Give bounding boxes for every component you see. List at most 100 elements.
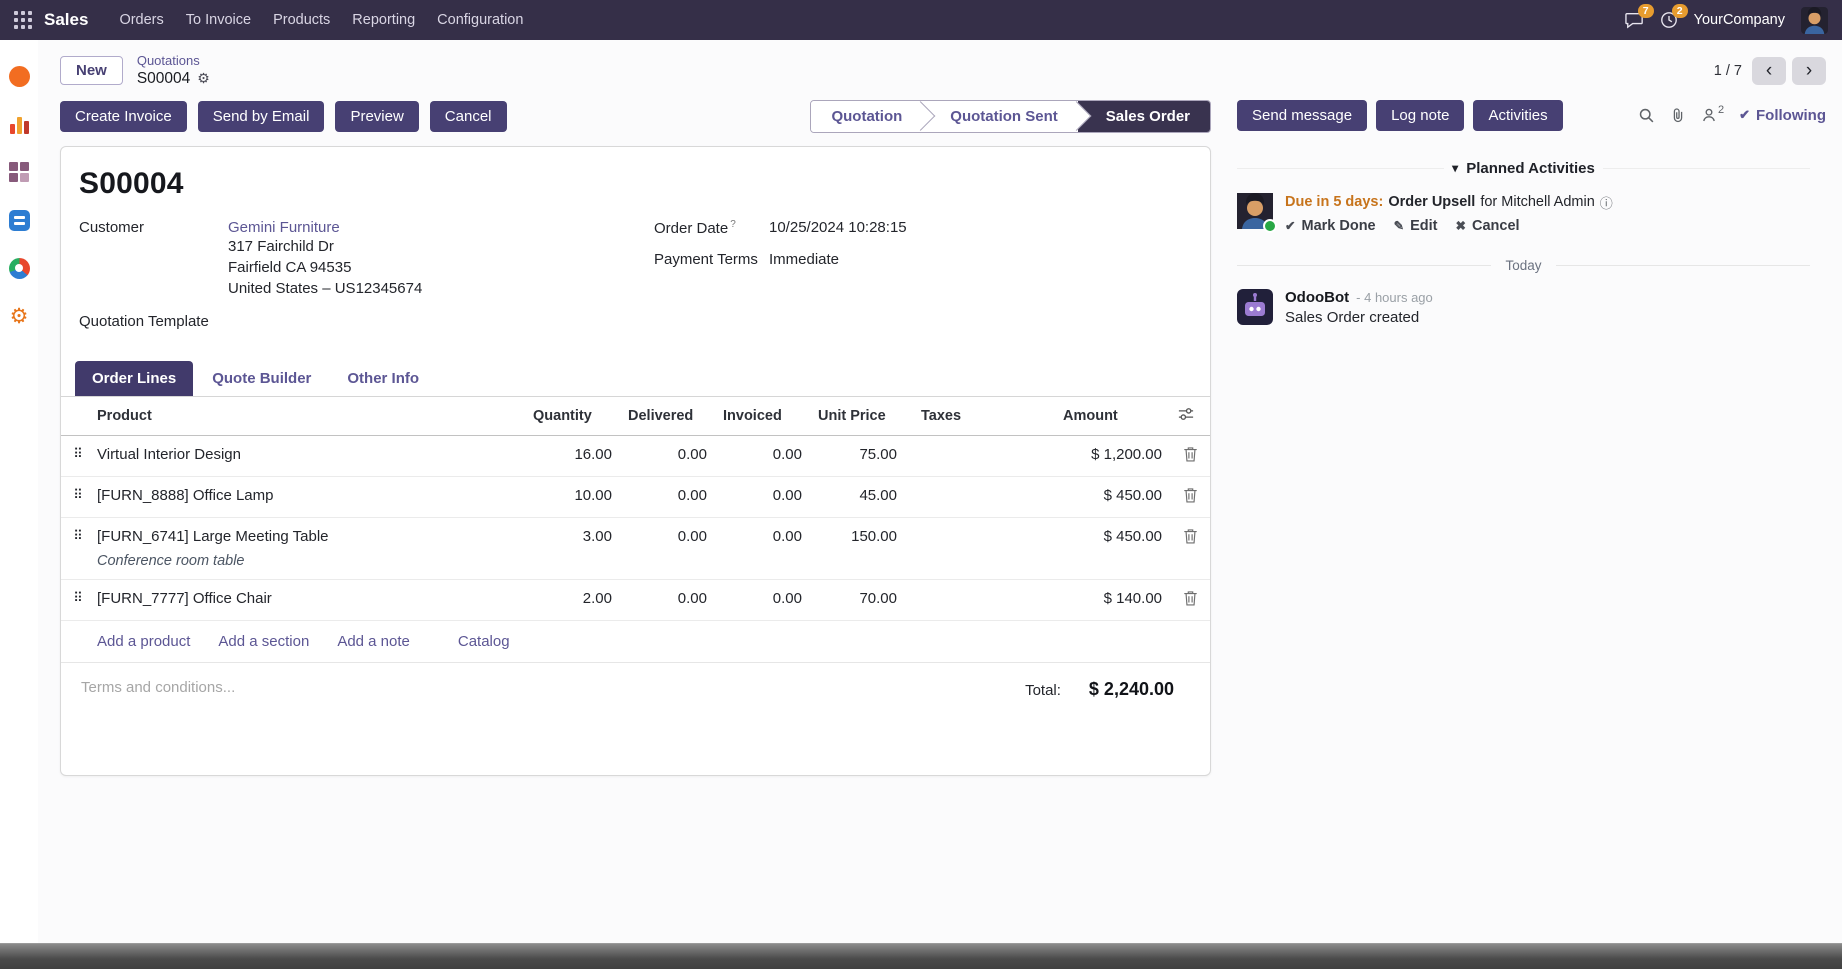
customer-address-line2: Fairfield CA 94535 (228, 257, 422, 278)
following-toggle[interactable]: ✔ Following (1739, 107, 1826, 124)
tab-quote-builder[interactable]: Quote Builder (195, 361, 328, 396)
unit-price-cell[interactable]: 75.00 (810, 435, 905, 476)
menu-orders[interactable]: Orders (108, 0, 174, 40)
company-switcher[interactable]: YourCompany (1694, 12, 1785, 28)
menu-reporting[interactable]: Reporting (341, 0, 426, 40)
drag-handle-icon[interactable]: ⠿ (61, 476, 95, 517)
column-delivered[interactable]: Delivered (620, 397, 715, 436)
info-icon[interactable]: ⓘ (1600, 193, 1613, 212)
messages-icon[interactable]: 7 (1625, 11, 1644, 29)
column-product[interactable]: Product (95, 397, 525, 436)
delete-row-icon[interactable] (1170, 435, 1210, 476)
column-taxes[interactable]: Taxes (905, 397, 1055, 436)
message-author[interactable]: OdooBot (1285, 289, 1349, 306)
product-cell[interactable]: [FURN_8888] Office Lamp (95, 476, 525, 517)
drag-handle-icon[interactable]: ⠿ (61, 517, 95, 579)
column-unit-price[interactable]: Unit Price (810, 397, 905, 436)
payment-terms-field[interactable]: Immediate (769, 251, 839, 268)
create-invoice-button[interactable]: Create Invoice (60, 101, 187, 132)
pager-prev-button[interactable]: ‹ (1752, 57, 1786, 85)
tab-order-lines[interactable]: Order Lines (75, 361, 193, 396)
attachments-paperclip-icon[interactable] (1670, 107, 1686, 124)
add-a-product-link[interactable]: Add a product (97, 633, 190, 650)
product-cell[interactable]: [FURN_6741] Large Meeting Table Conferen… (95, 517, 525, 579)
drag-handle-icon[interactable]: ⠿ (61, 579, 95, 620)
search-messages-icon[interactable] (1638, 107, 1655, 124)
mark-done-button[interactable]: ✔Mark Done (1285, 218, 1376, 234)
add-a-note-link[interactable]: Add a note (337, 633, 410, 650)
top-navbar: Sales Orders To Invoice Products Reporti… (0, 0, 1842, 40)
unit-price-cell[interactable]: 45.00 (810, 476, 905, 517)
order-date-label: Order Date? (654, 219, 769, 237)
column-quantity[interactable]: Quantity (525, 397, 620, 436)
followers-icon[interactable]: 2 (1701, 107, 1724, 123)
blue-square-app-icon[interactable] (7, 208, 31, 232)
odoobot-avatar (1237, 289, 1273, 325)
cancel-button[interactable]: Cancel (430, 101, 507, 132)
add-a-section-link[interactable]: Add a section (218, 633, 309, 650)
actions-gear-icon[interactable]: ⚙ (197, 70, 210, 88)
menu-configuration[interactable]: Configuration (426, 0, 534, 40)
unit-price-cell[interactable]: 150.00 (810, 517, 905, 579)
new-button[interactable]: New (60, 56, 123, 85)
settings-gear-icon[interactable]: ⚙ (7, 304, 31, 328)
taxes-cell[interactable] (905, 579, 1055, 620)
breadcrumb: Quotations S00004 ⚙ (137, 53, 210, 89)
product-cell[interactable]: Virtual Interior Design (95, 435, 525, 476)
status-quotation-sent[interactable]: Quotation Sent (922, 101, 1078, 132)
activities-button[interactable]: Activities (1473, 100, 1562, 131)
customer-link[interactable]: Gemini Furniture (228, 219, 340, 236)
app-name[interactable]: Sales (44, 10, 88, 30)
activities-clock-icon[interactable]: 2 (1660, 11, 1678, 29)
pie-chart-app-icon[interactable] (7, 256, 31, 280)
log-note-button[interactable]: Log note (1376, 100, 1464, 131)
quantity-cell[interactable]: 2.00 (525, 579, 620, 620)
taxes-cell[interactable] (905, 517, 1055, 579)
edit-activity-button[interactable]: ✎Edit (1394, 218, 1438, 234)
quantity-cell[interactable]: 16.00 (525, 435, 620, 476)
quantity-cell[interactable]: 10.00 (525, 476, 620, 517)
circle-app-icon[interactable] (7, 64, 31, 88)
column-invoiced[interactable]: Invoiced (715, 397, 810, 436)
catalog-link[interactable]: Catalog (458, 633, 510, 650)
unit-price-cell[interactable]: 70.00 (810, 579, 905, 620)
status-quotation[interactable]: Quotation (811, 101, 922, 132)
day-divider: Today (1237, 258, 1810, 273)
bar-chart-app-icon[interactable] (7, 112, 31, 136)
column-amount[interactable]: Amount (1055, 397, 1170, 436)
followers-count: 2 (1718, 104, 1724, 116)
grid-app-icon[interactable] (7, 160, 31, 184)
quotation-template-field[interactable] (209, 313, 369, 331)
record-title: S00004 (79, 167, 1186, 201)
send-by-email-button[interactable]: Send by Email (198, 101, 325, 132)
total-label: Total: (1025, 682, 1061, 699)
taxes-cell[interactable] (905, 476, 1055, 517)
quantity-cell[interactable]: 3.00 (525, 517, 620, 579)
pager-next-button[interactable]: › (1792, 57, 1826, 85)
tab-other-info[interactable]: Other Info (330, 361, 436, 396)
status-sales-order[interactable]: Sales Order (1078, 101, 1210, 132)
optional-columns-icon[interactable] (1170, 397, 1210, 436)
help-icon: ? (730, 219, 736, 230)
order-date-value[interactable]: 10/25/2024 10:28:15 (769, 219, 907, 237)
delete-row-icon[interactable] (1170, 517, 1210, 579)
breadcrumb-quotations-link[interactable]: Quotations (137, 53, 210, 69)
cancel-activity-button[interactable]: ✖Cancel (1456, 218, 1520, 234)
pencil-icon: ✎ (1394, 218, 1404, 233)
user-avatar[interactable] (1801, 7, 1828, 34)
menu-products[interactable]: Products (262, 0, 341, 40)
planned-activities-header[interactable]: ▾ Planned Activities (1237, 160, 1810, 177)
taxes-cell[interactable] (905, 435, 1055, 476)
terms-and-conditions-field[interactable]: Terms and conditions... (81, 679, 1025, 696)
send-message-button[interactable]: Send message (1237, 100, 1367, 131)
drag-handle-icon[interactable]: ⠿ (61, 435, 95, 476)
preview-button[interactable]: Preview (335, 101, 418, 132)
apps-grid-icon[interactable] (14, 11, 32, 29)
product-cell[interactable]: [FURN_7777] Office Chair (95, 579, 525, 620)
message-body: Sales Order created (1285, 309, 1433, 326)
delivered-cell: 0.00 (620, 517, 715, 579)
bottom-window-edge (0, 943, 1842, 969)
delete-row-icon[interactable] (1170, 579, 1210, 620)
delete-row-icon[interactable] (1170, 476, 1210, 517)
menu-to-invoice[interactable]: To Invoice (175, 0, 262, 40)
